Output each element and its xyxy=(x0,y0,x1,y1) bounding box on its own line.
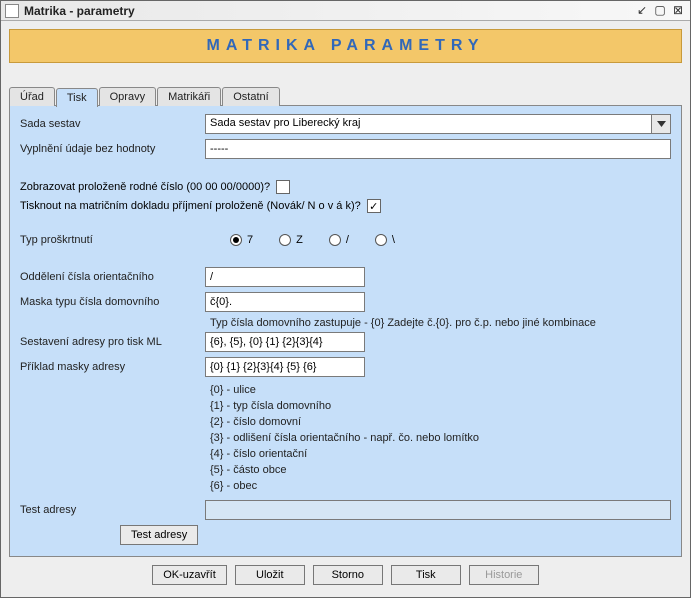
sestaveni-input[interactable] xyxy=(205,332,365,352)
radio-slash[interactable]: / xyxy=(329,234,349,246)
tab-urad[interactable]: Úřad xyxy=(9,87,55,106)
sestaveni-label: Sestavení adresy pro tisk ML xyxy=(20,336,205,348)
content: MATRIKA PARAMETRY Úřad Tisk Opravy Matri… xyxy=(1,21,690,597)
maska-input[interactable] xyxy=(205,292,365,312)
radio-backslash[interactable]: \ xyxy=(375,234,395,246)
maska-hint: Typ čísla domovního zastupuje - {0} Zade… xyxy=(210,317,671,329)
legend-5: {5} - částo obce xyxy=(210,462,671,478)
legend-0: {0} - ulice xyxy=(210,382,671,398)
app-icon xyxy=(5,4,19,18)
legend-1: {1} - typ čísla domovního xyxy=(210,398,671,414)
radio-7[interactable]: 7 xyxy=(230,234,253,246)
titlebar: Matrika - parametry ↙ ▢ ⊠ xyxy=(1,1,690,21)
tab-opravy[interactable]: Opravy xyxy=(99,87,156,106)
typ-proskrtnuti-label: Typ proškrtnutí xyxy=(20,234,230,246)
legend-3: {3} - odlišení čísla orientačního - např… xyxy=(210,430,671,446)
oddeleni-input[interactable] xyxy=(205,267,365,287)
typ-proskrtnuti-group: 7 Z / \ xyxy=(230,234,395,246)
test-adresy-button[interactable]: Test adresy xyxy=(120,525,198,545)
ok-button[interactable]: OK-uzavřít xyxy=(152,565,227,585)
prijmeni-prolozene-checkbox[interactable]: ✓ xyxy=(367,199,381,213)
priklad-input[interactable] xyxy=(205,357,365,377)
cancel-button[interactable]: Storno xyxy=(313,565,383,585)
page-title: MATRIKA PARAMETRY xyxy=(207,37,485,54)
test-adresy-output xyxy=(205,500,671,520)
legend-6: {6} - obec xyxy=(210,478,671,494)
test-adresy-label: Test adresy xyxy=(20,504,205,516)
tab-panel-tisk: Sada sestav Sada sestav pro Liberecký kr… xyxy=(9,105,682,557)
legend-4: {4} - číslo orientační xyxy=(210,446,671,462)
sada-sestav-label: Sada sestav xyxy=(20,118,205,130)
minimize-icon[interactable]: ↙ xyxy=(634,4,650,18)
vyplneni-input[interactable] xyxy=(205,139,671,159)
prijmeni-prolozene-label: Tisknout na matričním dokladu příjmení p… xyxy=(20,200,361,212)
close-icon[interactable]: ⊠ xyxy=(670,4,686,18)
chevron-down-icon[interactable] xyxy=(651,114,671,134)
window: Matrika - parametry ↙ ▢ ⊠ MATRIKA PARAME… xyxy=(0,0,691,598)
priklad-label: Příklad masky adresy xyxy=(20,361,205,373)
maximize-icon[interactable]: ▢ xyxy=(652,4,668,18)
sada-sestav-select[interactable]: Sada sestav pro Liberecký kraj xyxy=(205,114,671,134)
dialog-buttons: OK-uzavřít Uložit Storno Tisk Historie xyxy=(9,557,682,589)
prolozene-rodne-checkbox[interactable] xyxy=(276,180,290,194)
maska-label: Maska typu čísla domovního xyxy=(20,296,205,308)
tab-ostatni[interactable]: Ostatní xyxy=(222,87,279,106)
legend-2: {2} - číslo domovní xyxy=(210,414,671,430)
tabs: Úřad Tisk Opravy Matrikáři Ostatní xyxy=(9,87,682,106)
vyplneni-label: Vyplnění údaje bez hodnoty xyxy=(20,143,205,155)
window-title: Matrika - parametry xyxy=(24,4,632,18)
prolozene-rodne-label: Zobrazovat proloženě rodné číslo (00 00 … xyxy=(20,181,270,193)
radio-z[interactable]: Z xyxy=(279,234,303,246)
page-header: MATRIKA PARAMETRY xyxy=(9,29,682,63)
oddeleni-label: Oddělení čísla orientačního xyxy=(20,271,205,283)
save-button[interactable]: Uložit xyxy=(235,565,305,585)
print-button[interactable]: Tisk xyxy=(391,565,461,585)
tab-tisk[interactable]: Tisk xyxy=(56,88,98,107)
history-button: Historie xyxy=(469,565,539,585)
tab-matrikari[interactable]: Matrikáři xyxy=(157,87,221,106)
sada-sestav-value: Sada sestav pro Liberecký kraj xyxy=(205,114,651,134)
legend: {0} - ulice {1} - typ čísla domovního {2… xyxy=(210,382,671,494)
